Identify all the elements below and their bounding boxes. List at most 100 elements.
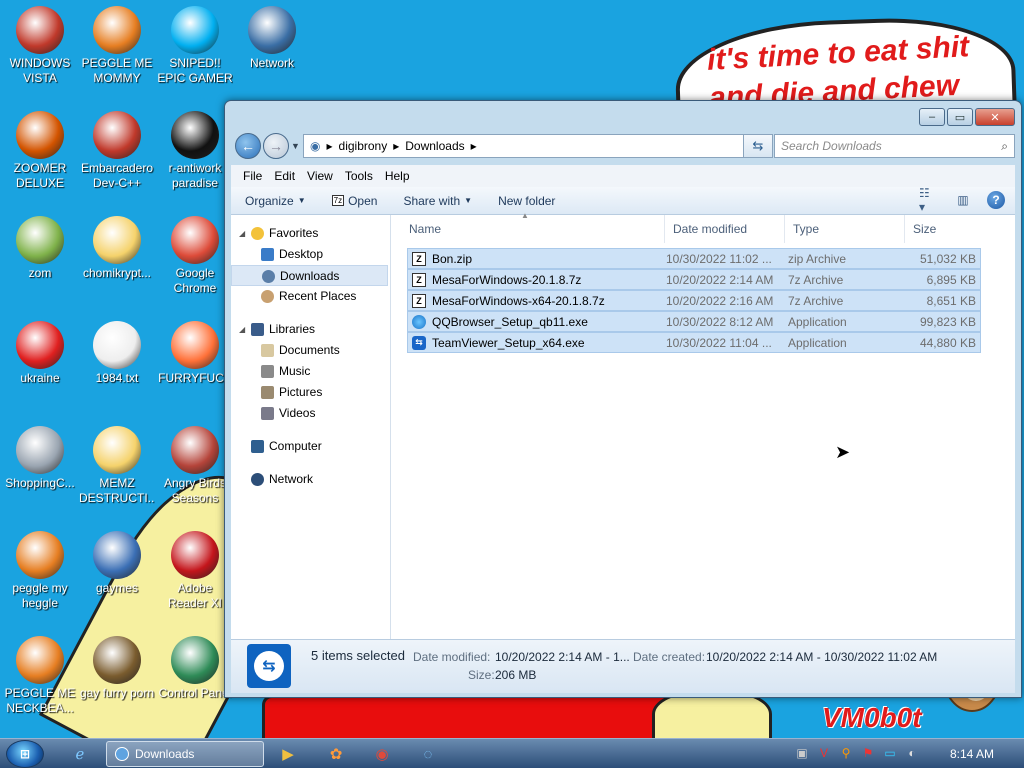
desktop-icon-item[interactable]: gay furry porn <box>79 636 155 701</box>
share-with-button[interactable]: Share with ▼ <box>403 194 472 208</box>
new-folder-button[interactable]: New folder <box>498 194 555 208</box>
minimize-button[interactable]: – <box>919 108 945 126</box>
view-options-icon[interactable]: ☷ ▾ <box>919 186 939 214</box>
search-input[interactable]: Search Downloads ⌕ <box>774 134 1015 158</box>
desktop-icon-label: r-antiwork paradise <box>168 161 222 190</box>
nav-desktop[interactable]: Desktop <box>231 244 390 265</box>
desktop-icon-item[interactable]: WINDOWS VISTA <box>2 6 78 86</box>
organize-button[interactable]: Organize ▼ <box>245 194 306 208</box>
column-size[interactable]: Size <box>905 215 985 243</box>
nav-music[interactable]: Music <box>231 361 390 382</box>
desktop-icon-item[interactable]: Control Panel <box>157 636 233 701</box>
desktop-icon-item[interactable]: Google Chrome <box>157 216 233 296</box>
column-date-modified[interactable]: Date modified <box>665 215 785 243</box>
menu-tools[interactable]: Tools <box>339 165 379 187</box>
nav-pictures[interactable]: Pictures <box>231 382 390 403</box>
antivirus-icon[interactable]: V <box>816 745 832 761</box>
explorer-window[interactable]: – ▭ ✕ ← → ▼ ◉ ▸ digibrony ▸ Downloads ▸ … <box>224 100 1022 698</box>
nav-documents-label: Documents <box>279 343 340 357</box>
nav-documents[interactable]: Documents <box>231 340 390 361</box>
open-button[interactable]: 7z Open <box>331 194 377 208</box>
desktop-icon-item[interactable]: Adobe Reader XI <box>157 531 233 611</box>
media-player-icon[interactable]: ▶ <box>268 742 308 766</box>
navigation-bar: ← → ▼ ◉ ▸ digibrony ▸ Downloads ▸ ▼ ⇆ Se… <box>233 133 1015 161</box>
desktop-icon-item[interactable]: Network <box>234 6 310 71</box>
recent-pages-chevron-icon[interactable]: ▼ <box>291 141 300 151</box>
breadcrumb-separator-icon[interactable]: ▸ <box>326 139 332 153</box>
search-icon[interactable]: ⌕ <box>1001 139 1008 154</box>
share-with-label: Share with <box>403 193 461 208</box>
file-row[interactable]: Z MesaForWindows-x64-20.1.8.7z 10/20/2022 … <box>407 290 981 311</box>
breadcrumb-item-user[interactable]: digibrony <box>339 139 388 153</box>
breadcrumb-separator-icon[interactable]: ▸ <box>393 139 399 153</box>
file-row[interactable]: Z Bon.zip 10/30/2022 11:02 ... zip Archive 5… <box>407 248 981 269</box>
tray-app-icon[interactable]: ▣ <box>794 745 810 761</box>
expand-icon[interactable]: ◢ <box>239 223 245 244</box>
desktop-icon-item[interactable]: PEGGLE ME MOMMY <box>79 6 155 86</box>
column-type[interactable]: Type <box>785 215 905 243</box>
flag-icon[interactable]: ⚑ <box>860 745 876 761</box>
taskbar-item-downloads[interactable]: Downloads <box>106 741 264 767</box>
menu-view[interactable]: View <box>301 165 339 187</box>
maximize-button[interactable]: ▭ <box>947 108 973 126</box>
nav-network[interactable]: Network <box>231 469 390 490</box>
menu-help[interactable]: Help <box>379 165 416 187</box>
desktop-icon-item[interactable]: FURRYFUCK <box>157 321 233 386</box>
desktop-icon-item[interactable]: ukraine <box>2 321 78 386</box>
nav-libraries[interactable]: ◢ Libraries <box>231 319 390 340</box>
desktop-icon-item[interactable]: zom <box>2 216 78 281</box>
size-label: Size: <box>468 668 495 682</box>
desktop-icon-item[interactable]: ZOOMER DELUXE <box>2 111 78 191</box>
music-icon <box>261 365 274 378</box>
forward-button[interactable]: → <box>263 133 289 159</box>
nav-downloads[interactable]: Downloads <box>231 265 388 286</box>
desktop-icon-item[interactable]: peggle my heggle <box>2 531 78 611</box>
expand-icon[interactable]: ◢ <box>239 319 245 340</box>
nav-favorites[interactable]: ◢ Favorites <box>231 223 390 244</box>
file-type: Application <box>788 335 847 350</box>
desktop-icon-item[interactable]: Angry Birds Seasons <box>157 426 233 506</box>
back-button[interactable]: ← <box>235 133 261 159</box>
desktop-icon-item[interactable]: ShoppingC... <box>2 426 78 491</box>
desktop-icon-item[interactable]: r-antiwork paradise <box>157 111 233 191</box>
chrome-icon[interactable]: ◉ <box>362 742 402 766</box>
date-modified-value: 10/20/2022 2:14 AM - 1... <box>495 650 630 664</box>
bug-app-icon[interactable]: ✿ <box>316 742 356 766</box>
desktop-icon-label: Embarcadero Dev-C++ <box>80 161 154 190</box>
volume-icon[interactable]: ◐ <box>904 745 920 761</box>
desktop-icon-item[interactable]: Embarcadero Dev-C++ <box>79 111 155 191</box>
preview-pane-icon[interactable]: ▥ <box>953 191 973 209</box>
menu-file[interactable]: File <box>237 165 268 187</box>
desktop-icon-item[interactable]: chomikrypt... <box>79 216 155 281</box>
breadcrumb-item-downloads[interactable]: Downloads <box>405 139 464 153</box>
nav-computer[interactable]: Computer <box>231 436 390 457</box>
nav-recent-places[interactable]: Recent Places <box>231 286 390 307</box>
clock[interactable]: 8:14 AM <box>950 747 994 761</box>
title-bar[interactable]: – ▭ ✕ <box>225 101 1021 131</box>
file-row[interactable]: Z MesaForWindows-20.1.8.7z 10/20/2022 2:14… <box>407 269 981 290</box>
size-value: 206 MB <box>495 668 537 682</box>
desktop-icon-item[interactable]: MEMZ DESTRUCTI... <box>79 426 155 506</box>
file-row[interactable]: ⇆ TeamViewer_Setup_x64.exe 10/30/2022 11:0… <box>407 332 981 353</box>
peggle-icon <box>93 6 141 54</box>
display-icon[interactable]: ▭ <box>882 745 898 761</box>
date-created-label: Date created: <box>633 650 706 664</box>
breadcrumb-separator-icon[interactable]: ▸ <box>471 139 477 153</box>
desktop-icon-item[interactable]: SNIPED!! EPIC GAMER 360... <box>157 6 233 86</box>
close-button[interactable]: ✕ <box>975 108 1015 126</box>
desktop-icon-label: SNIPED!! EPIC GAMER 360... <box>157 56 233 85</box>
desktop-icon-item[interactable]: gaymes <box>79 531 155 596</box>
menu-edit[interactable]: Edit <box>268 165 301 187</box>
nav-videos[interactable]: Videos <box>231 403 390 424</box>
desktop-icon-item[interactable]: PEGGLE ME NECKBEA... <box>2 636 78 716</box>
help-icon[interactable]: ? <box>987 191 1005 209</box>
search-tray-icon[interactable]: ⚲ <box>838 745 854 761</box>
address-bar[interactable]: ◉ ▸ digibrony ▸ Downloads ▸ ▼ <box>303 134 769 158</box>
edge-icon[interactable]: ◌ <box>408 742 448 766</box>
file-row[interactable]: QQBrowser_Setup_qb11.exe 10/30/2022 8:12 … <box>407 311 981 332</box>
internet-explorer-icon[interactable]: ℯ <box>60 742 100 766</box>
refresh-button[interactable]: ⇆ <box>743 134 773 158</box>
column-name[interactable]: Name <box>401 215 665 243</box>
desktop-icon-item[interactable]: 1984.txt <box>79 321 155 386</box>
start-button[interactable]: ⊞ <box>6 740 44 768</box>
